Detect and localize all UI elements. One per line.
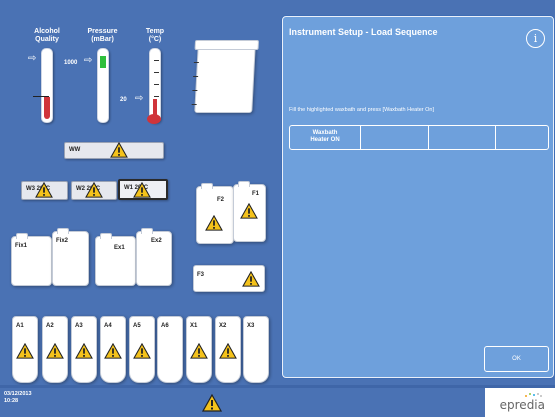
bottle-a3[interactable]: A3	[71, 316, 97, 383]
a5-label: A5	[133, 323, 141, 329]
ok-button[interactable]: OK	[484, 346, 549, 372]
x3-label: X3	[247, 323, 255, 329]
date-time: 03/12/2013 10:28	[4, 391, 32, 405]
ww-label: WW	[69, 147, 81, 153]
sequence-step-3[interactable]	[429, 126, 496, 149]
a3-label: A3	[75, 323, 83, 329]
bottle-ex2[interactable]: Ex2	[136, 228, 172, 286]
bottle-a2[interactable]: A2	[42, 316, 68, 383]
bottle-x2[interactable]: X2	[215, 316, 241, 383]
alcohol-quality-gauge	[41, 48, 53, 123]
warning-icon	[110, 142, 128, 158]
warning-icon	[219, 343, 237, 359]
sequence-bar: Waxbath Heater ON	[289, 125, 549, 150]
bottle-a5[interactable]: A5	[129, 316, 155, 383]
alcohol-threshold-line	[33, 96, 49, 97]
load-sequence-panel: Instrument Setup - Load Sequence i Fill …	[282, 16, 554, 378]
temp-arrow-icon: ⇨	[135, 93, 144, 104]
warning-icon	[205, 215, 223, 231]
bottle-a4[interactable]: A4	[100, 316, 126, 383]
wax-bath-w1[interactable]: W1 20°C	[118, 179, 168, 200]
info-icon[interactable]: i	[526, 29, 545, 48]
pressure-value: 1000	[64, 60, 78, 66]
reagent-tray[interactable]	[191, 40, 260, 113]
a6-label: A6	[161, 323, 169, 329]
alcohol-quality-label: Alcohol Quality	[34, 28, 60, 43]
pressure-label: Pressure (mBar)	[87, 28, 118, 43]
pressure-gauge	[97, 48, 109, 123]
warning-icon	[190, 343, 208, 359]
bottle-ex1[interactable]: Ex1	[95, 233, 136, 286]
bottle-f3[interactable]: F3	[193, 265, 265, 292]
footer: 03/12/2013 10:28 epredia	[0, 385, 555, 417]
alcohol-arrow-icon: ⇨	[28, 53, 37, 64]
warning-icon	[35, 182, 53, 198]
warning-icon	[85, 182, 103, 198]
f1-label: F1	[252, 191, 260, 197]
panel-title: Instrument Setup - Load Sequence	[289, 27, 438, 37]
ww-bath[interactable]: WW	[64, 142, 164, 159]
warning-icon	[242, 271, 260, 287]
ex1-label: Ex1	[114, 245, 125, 251]
bottle-fix2[interactable]: Fix2	[52, 228, 89, 286]
warning-icon	[133, 182, 151, 198]
warning-icon	[75, 343, 93, 359]
warning-icon	[240, 203, 258, 219]
fix2-label: Fix2	[56, 238, 69, 244]
temp-bulb	[147, 114, 161, 124]
a4-label: A4	[104, 323, 112, 329]
time-text: 10:28	[4, 398, 19, 404]
bottle-a1[interactable]: A1	[12, 316, 38, 383]
wax-bath-w2[interactable]: W2 20°C	[71, 181, 117, 200]
bottle-a6[interactable]: A6	[157, 316, 183, 383]
sequence-step-1[interactable]: Waxbath Heater ON	[290, 126, 361, 149]
brand-logo: epredia	[499, 398, 545, 412]
instrument-diagram: Alcohol Quality Pressure (mBar) Temp (°C…	[0, 0, 277, 385]
x2-label: X2	[219, 323, 227, 329]
f2-label: F2	[217, 197, 225, 203]
warning-icon	[133, 343, 151, 359]
bottle-fix1[interactable]: Fix1	[11, 233, 52, 286]
bottle-x3[interactable]: X3	[243, 316, 269, 383]
sequence-step-2[interactable]	[361, 126, 429, 149]
wax-bath-w3[interactable]: W3 20°C	[21, 181, 68, 200]
sequence-step-label: Waxbath Heater ON	[310, 130, 340, 143]
w3-label: W3	[26, 186, 35, 192]
warning-icon	[16, 343, 34, 359]
instruction-text: Fill the highlighted waxbath and press […	[289, 107, 435, 113]
sequence-step-4[interactable]	[496, 126, 548, 149]
a1-label: A1	[16, 323, 24, 329]
ex2-label: Ex2	[151, 238, 162, 244]
warning-icon	[46, 343, 64, 359]
temp-value: 20	[120, 97, 127, 103]
warning-icon	[104, 343, 122, 359]
f3-label: F3	[197, 272, 205, 278]
w2-label: W2	[76, 186, 85, 192]
bottle-f2[interactable]: F2	[196, 183, 234, 244]
a2-label: A2	[46, 323, 54, 329]
pressure-arrow-icon: ⇨	[84, 55, 93, 66]
bottle-x1[interactable]: X1	[186, 316, 212, 383]
x1-label: X1	[190, 323, 198, 329]
bottle-f1[interactable]: F1	[233, 181, 266, 242]
fix1-label: Fix1	[15, 243, 28, 249]
temp-label: Temp (°C)	[145, 28, 165, 43]
date-text: 03/12/2013	[4, 391, 32, 397]
brand-logo-area: epredia	[485, 388, 555, 417]
alarm-warning-icon[interactable]	[202, 394, 222, 412]
w1-label: W1	[124, 185, 133, 191]
